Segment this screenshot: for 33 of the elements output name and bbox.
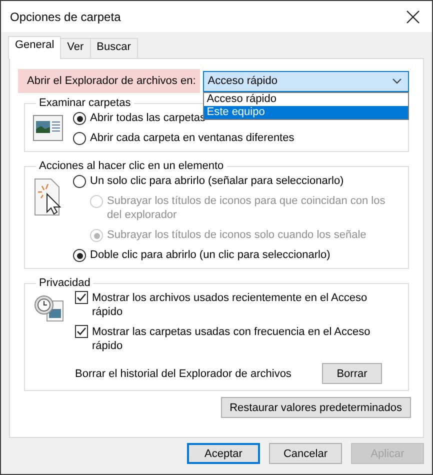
- group-title: Privacidad: [38, 277, 92, 289]
- dropdown-option[interactable]: Acceso rápido: [204, 92, 408, 106]
- restore-defaults-button[interactable]: Restaurar valores predeterminados: [220, 397, 411, 418]
- checkbox[interactable]: [75, 325, 88, 338]
- radio-button[interactable]: [73, 112, 86, 125]
- radio-label: Subrayar los títulos de iconos para que coincidan con los del explorador: [107, 194, 386, 222]
- window-icon: [33, 115, 63, 141]
- group-title: Examinar carpetas: [38, 97, 132, 109]
- checkbox[interactable]: [75, 291, 88, 304]
- window-title: Opciones de carpeta: [10, 10, 121, 24]
- tab[interactable]: Buscar: [90, 38, 138, 58]
- dialog-button[interactable]: Aceptar: [187, 443, 260, 464]
- radio-label: Abrir cada carpeta en ventanas diferentes: [90, 131, 294, 145]
- clear-history-label: Borrar el historial del Explorador de archivos: [75, 366, 292, 380]
- dropdown-option[interactable]: Este equipo: [204, 106, 408, 118]
- group-title: Acciones al hacer clic en un elemento: [38, 160, 225, 172]
- clear-button[interactable]: Borrar: [322, 363, 382, 384]
- checkbox-label: Mostrar los archivos usados recientemente en el Acceso rápido: [92, 291, 368, 319]
- radio-button[interactable]: [73, 175, 86, 188]
- radio-label: Abrir todas las carpetas: [90, 111, 206, 125]
- radio-button[interactable]: [73, 249, 86, 262]
- document-cursor-icon: [33, 178, 63, 216]
- caret-icon: [392, 78, 402, 84]
- radio-button[interactable]: [73, 132, 86, 145]
- open-in-label: Abrir el Explorador de archivos en:: [18, 69, 200, 93]
- checkbox-label: Mostrar las carpetas usadas con frecuencia en el Acceso rápido: [92, 325, 372, 353]
- radio-label: Doble clic para abrirlo (un clic para seleccionarlo): [90, 248, 330, 262]
- dialog-button[interactable]: Cancelar: [269, 443, 342, 464]
- radio-label: Subrayar los títulos de iconos solo cuando los señale: [107, 228, 366, 242]
- tab[interactable]: General: [8, 36, 62, 59]
- open-in-dropdown[interactable]: Acceso rápido: [202, 70, 409, 92]
- close-icon[interactable]: [406, 10, 420, 24]
- radio-label: Un solo clic para abrirlo (señalar para seleccionarlo): [90, 174, 344, 188]
